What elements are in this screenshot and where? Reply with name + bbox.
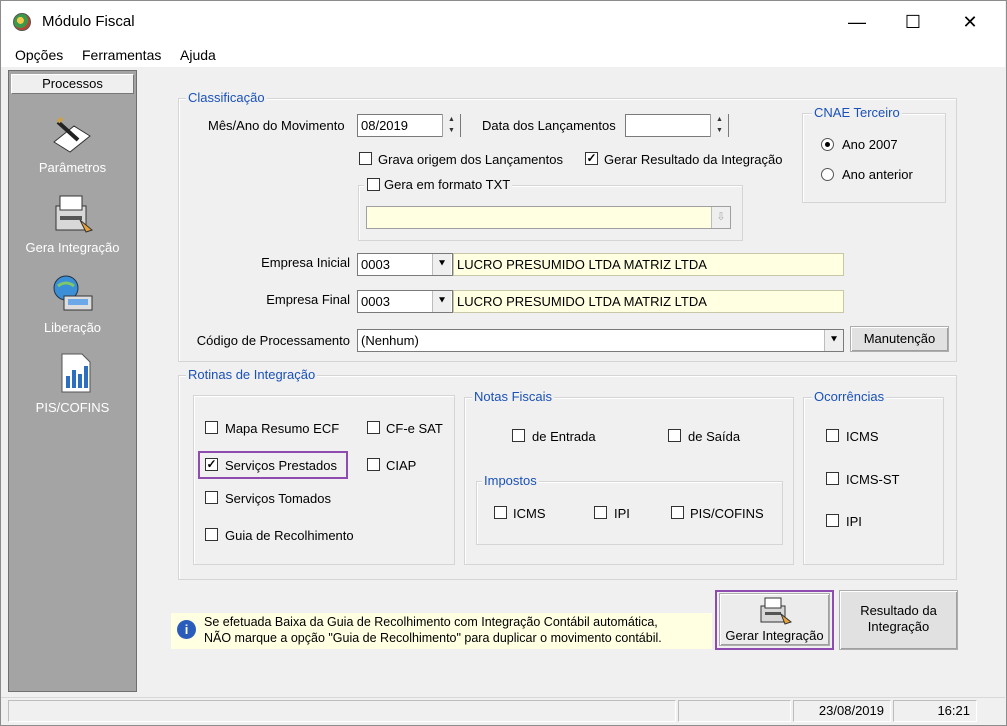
servicos-tomados-checkbox[interactable]	[205, 491, 218, 504]
empresa-final-dropdown-icon[interactable]: ⯆	[432, 291, 451, 312]
txt-path-dropdown-icon[interactable]: ⇩	[711, 207, 730, 228]
cfe-sat-label[interactable]: CF-e SAT	[386, 421, 443, 436]
impostos-legend: Impostos	[482, 473, 539, 488]
impostos-ipi-label[interactable]: IPI	[614, 506, 630, 521]
status-cell-message	[8, 700, 676, 722]
menu-opcoes[interactable]: Opções	[15, 47, 63, 63]
sidebar-header[interactable]: Processos	[11, 74, 134, 94]
info-line-2: NÃO marque a opção "Guia de Recolhimento…	[204, 631, 662, 645]
impostos-ipi-checkbox[interactable]	[594, 506, 607, 519]
ano-2007-label[interactable]: Ano 2007	[842, 137, 898, 152]
status-cell-empty	[678, 700, 791, 722]
cnae-legend: CNAE Terceiro	[812, 105, 902, 120]
gerar-resultado-label[interactable]: Gerar Resultado da Integração	[604, 152, 783, 167]
codigo-processamento-select[interactable]: (Nenhum)	[357, 329, 844, 352]
app-icon	[13, 13, 31, 31]
servicos-prestados-checkbox[interactable]: ✓	[205, 458, 218, 471]
spin-up-icon[interactable]: ▲	[711, 114, 728, 125]
txt-path-combo[interactable]	[366, 206, 731, 229]
resultado-line-1: Resultado da	[860, 603, 937, 618]
maximize-button[interactable]: ☐	[890, 1, 936, 43]
mes-ano-value: 08/2019	[361, 118, 408, 133]
ciap-label[interactable]: CIAP	[386, 458, 416, 473]
parameters-icon[interactable]	[48, 112, 96, 156]
ocorrencias-icms-st-label[interactable]: ICMS-ST	[846, 472, 899, 487]
data-lancamentos-spinner[interactable]: ▲ ▼	[710, 114, 728, 137]
ocorrencias-icms-label[interactable]: ICMS	[846, 429, 879, 444]
de-saida-checkbox[interactable]	[668, 429, 681, 442]
empresa-final-code: 0003	[361, 294, 390, 309]
ocorrencias-ipi-label[interactable]: IPI	[846, 514, 862, 529]
release-icon[interactable]	[50, 272, 96, 316]
ciap-checkbox[interactable]	[367, 458, 380, 471]
ocorrencias-icms-checkbox[interactable]	[826, 429, 839, 442]
impostos-pis-cofins-checkbox[interactable]	[671, 506, 684, 519]
info-line-1: Se efetuada Baixa da Guia de Recolhiment…	[204, 615, 658, 629]
close-button[interactable]: ✕	[947, 1, 993, 43]
gerar-integracao-button[interactable]: Gerar Integração	[719, 593, 830, 646]
gerar-integracao-icon	[760, 597, 792, 625]
sidebar-item-gera-integracao[interactable]: Gera Integração	[8, 240, 137, 255]
spin-down-icon[interactable]: ▼	[711, 125, 728, 136]
codigo-processamento-value: (Nenhum)	[361, 333, 419, 348]
impostos-icms-checkbox[interactable]	[494, 506, 507, 519]
de-saida-label[interactable]: de Saída	[688, 429, 740, 444]
servicos-tomados-label[interactable]: Serviços Tomados	[225, 491, 331, 506]
sidebar-item-liberacao[interactable]: Liberação	[8, 320, 137, 335]
gera-txt-checkbox[interactable]	[367, 178, 380, 191]
minimize-button[interactable]: —	[834, 1, 880, 43]
grava-origem-label[interactable]: Grava origem dos Lançamentos	[378, 152, 563, 167]
pis-cofins-icon[interactable]	[58, 352, 92, 394]
empresa-final-label: Empresa Final	[266, 292, 350, 307]
window-title: Módulo Fiscal	[42, 13, 135, 30]
codigo-processamento-dropdown-icon[interactable]: ⯆	[824, 330, 843, 351]
menu-ferramentas[interactable]: Ferramentas	[82, 47, 161, 63]
spin-down-icon[interactable]: ▼	[443, 125, 460, 136]
manutencao-button[interactable]: Manutenção	[850, 326, 949, 352]
gerar-resultado-checkbox[interactable]: ✓	[585, 152, 598, 165]
classificacao-legend: Classificação	[186, 90, 267, 105]
empresa-final-name: LUCRO PRESUMIDO LTDA MATRIZ LTDA	[453, 290, 844, 313]
rotinas-legend: Rotinas de Integração	[186, 367, 318, 382]
resultado-integracao-button[interactable]: Resultado da Integração	[839, 590, 958, 650]
gerar-integracao-label: Gerar Integração	[725, 628, 824, 643]
codigo-processamento-label: Código de Processamento	[196, 333, 350, 348]
de-entrada-label[interactable]: de Entrada	[532, 429, 596, 444]
empresa-inicial-label: Empresa Inicial	[261, 255, 350, 270]
grava-origem-checkbox[interactable]	[359, 152, 372, 165]
menu-ajuda[interactable]: Ajuda	[180, 47, 216, 63]
info-icon: i	[177, 620, 196, 639]
sidebar-item-pis-cofins[interactable]: PIS/COFINS	[8, 400, 137, 415]
empresa-inicial-dropdown-icon[interactable]: ⯆	[432, 254, 451, 275]
mes-ano-spinner[interactable]: ▲ ▼	[442, 114, 460, 137]
ocorrencias-icms-st-checkbox[interactable]	[826, 472, 839, 485]
notas-legend: Notas Fiscais	[472, 389, 555, 404]
ocorrencias-legend: Ocorrências	[812, 389, 887, 404]
guia-recolhimento-checkbox[interactable]	[205, 528, 218, 541]
ano-2007-radio[interactable]	[821, 138, 834, 151]
mapa-resumo-label[interactable]: Mapa Resumo ECF	[225, 421, 339, 436]
impostos-pis-cofins-label[interactable]: PIS/COFINS	[690, 506, 764, 521]
ano-anterior-label[interactable]: Ano anterior	[842, 167, 913, 182]
sidebar-item-parametros[interactable]: Parâmetros	[8, 160, 137, 175]
gera-txt-label[interactable]: Gera em formato TXT	[364, 178, 513, 192]
ocorrencias-ipi-checkbox[interactable]	[826, 514, 839, 527]
de-entrada-checkbox[interactable]	[512, 429, 525, 442]
ano-anterior-radio[interactable]	[821, 168, 834, 181]
status-date: 23/08/2019	[793, 700, 891, 722]
status-time: 16:21	[893, 700, 977, 722]
servicos-prestados-label[interactable]: Serviços Prestados	[225, 458, 337, 473]
impostos-icms-label[interactable]: ICMS	[513, 506, 546, 521]
data-lancamentos-label: Data dos Lançamentos	[482, 118, 616, 133]
empresa-inicial-code: 0003	[361, 257, 390, 272]
spin-up-icon[interactable]: ▲	[443, 114, 460, 125]
mapa-resumo-checkbox[interactable]	[205, 421, 218, 434]
guia-recolhimento-label[interactable]: Guia de Recolhimento	[225, 528, 354, 543]
empresa-inicial-name: LUCRO PRESUMIDO LTDA MATRIZ LTDA	[453, 253, 844, 276]
cnae-group	[802, 113, 946, 203]
resultado-line-2: Integração	[867, 619, 930, 634]
mes-ano-label: Mês/Ano do Movimento	[208, 118, 345, 133]
integration-icon[interactable]	[50, 192, 96, 236]
cfe-sat-checkbox[interactable]	[367, 421, 380, 434]
